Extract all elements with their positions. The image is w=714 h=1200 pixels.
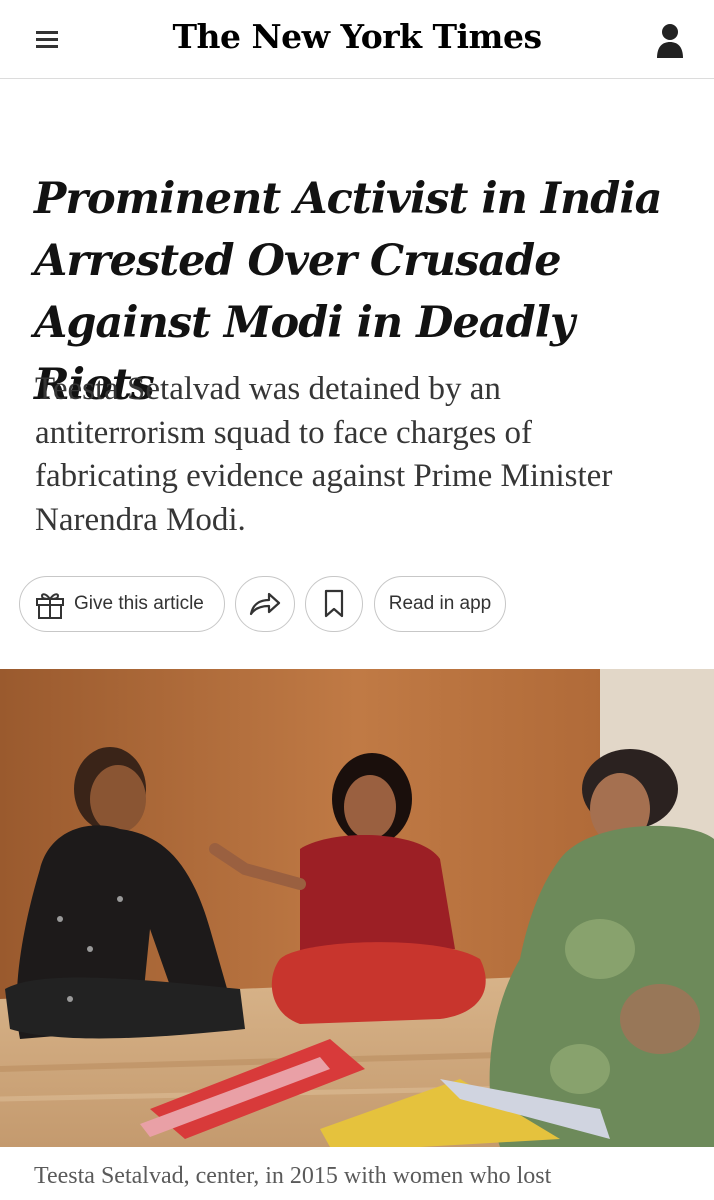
article-photo <box>0 669 714 1147</box>
share-arrow-icon <box>249 592 281 616</box>
masthead: The New York Times <box>0 0 714 79</box>
article-summary: Teesta Setalvad was detained by an antit… <box>35 371 613 538</box>
menu-button[interactable] <box>30 22 64 56</box>
hamburger-menu-icon <box>36 31 58 48</box>
nyt-logo[interactable]: The New York Times <box>150 14 564 60</box>
photo-caption: Teesta Setalvad, center, in 2015 with wo… <box>34 1163 552 1189</box>
account-button[interactable] <box>648 18 692 62</box>
article-actions: Give this article Read in app <box>0 576 714 636</box>
give-article-button[interactable]: Give this article <box>19 576 225 632</box>
gift-icon <box>36 593 64 619</box>
user-account-icon <box>657 24 683 58</box>
share-button[interactable] <box>235 576 295 632</box>
give-article-label: Give this article <box>74 593 204 614</box>
photo-illustration <box>0 669 714 1147</box>
bookmark-icon <box>324 589 344 618</box>
save-button[interactable] <box>305 576 363 632</box>
read-in-app-button[interactable]: Read in app <box>374 576 506 632</box>
